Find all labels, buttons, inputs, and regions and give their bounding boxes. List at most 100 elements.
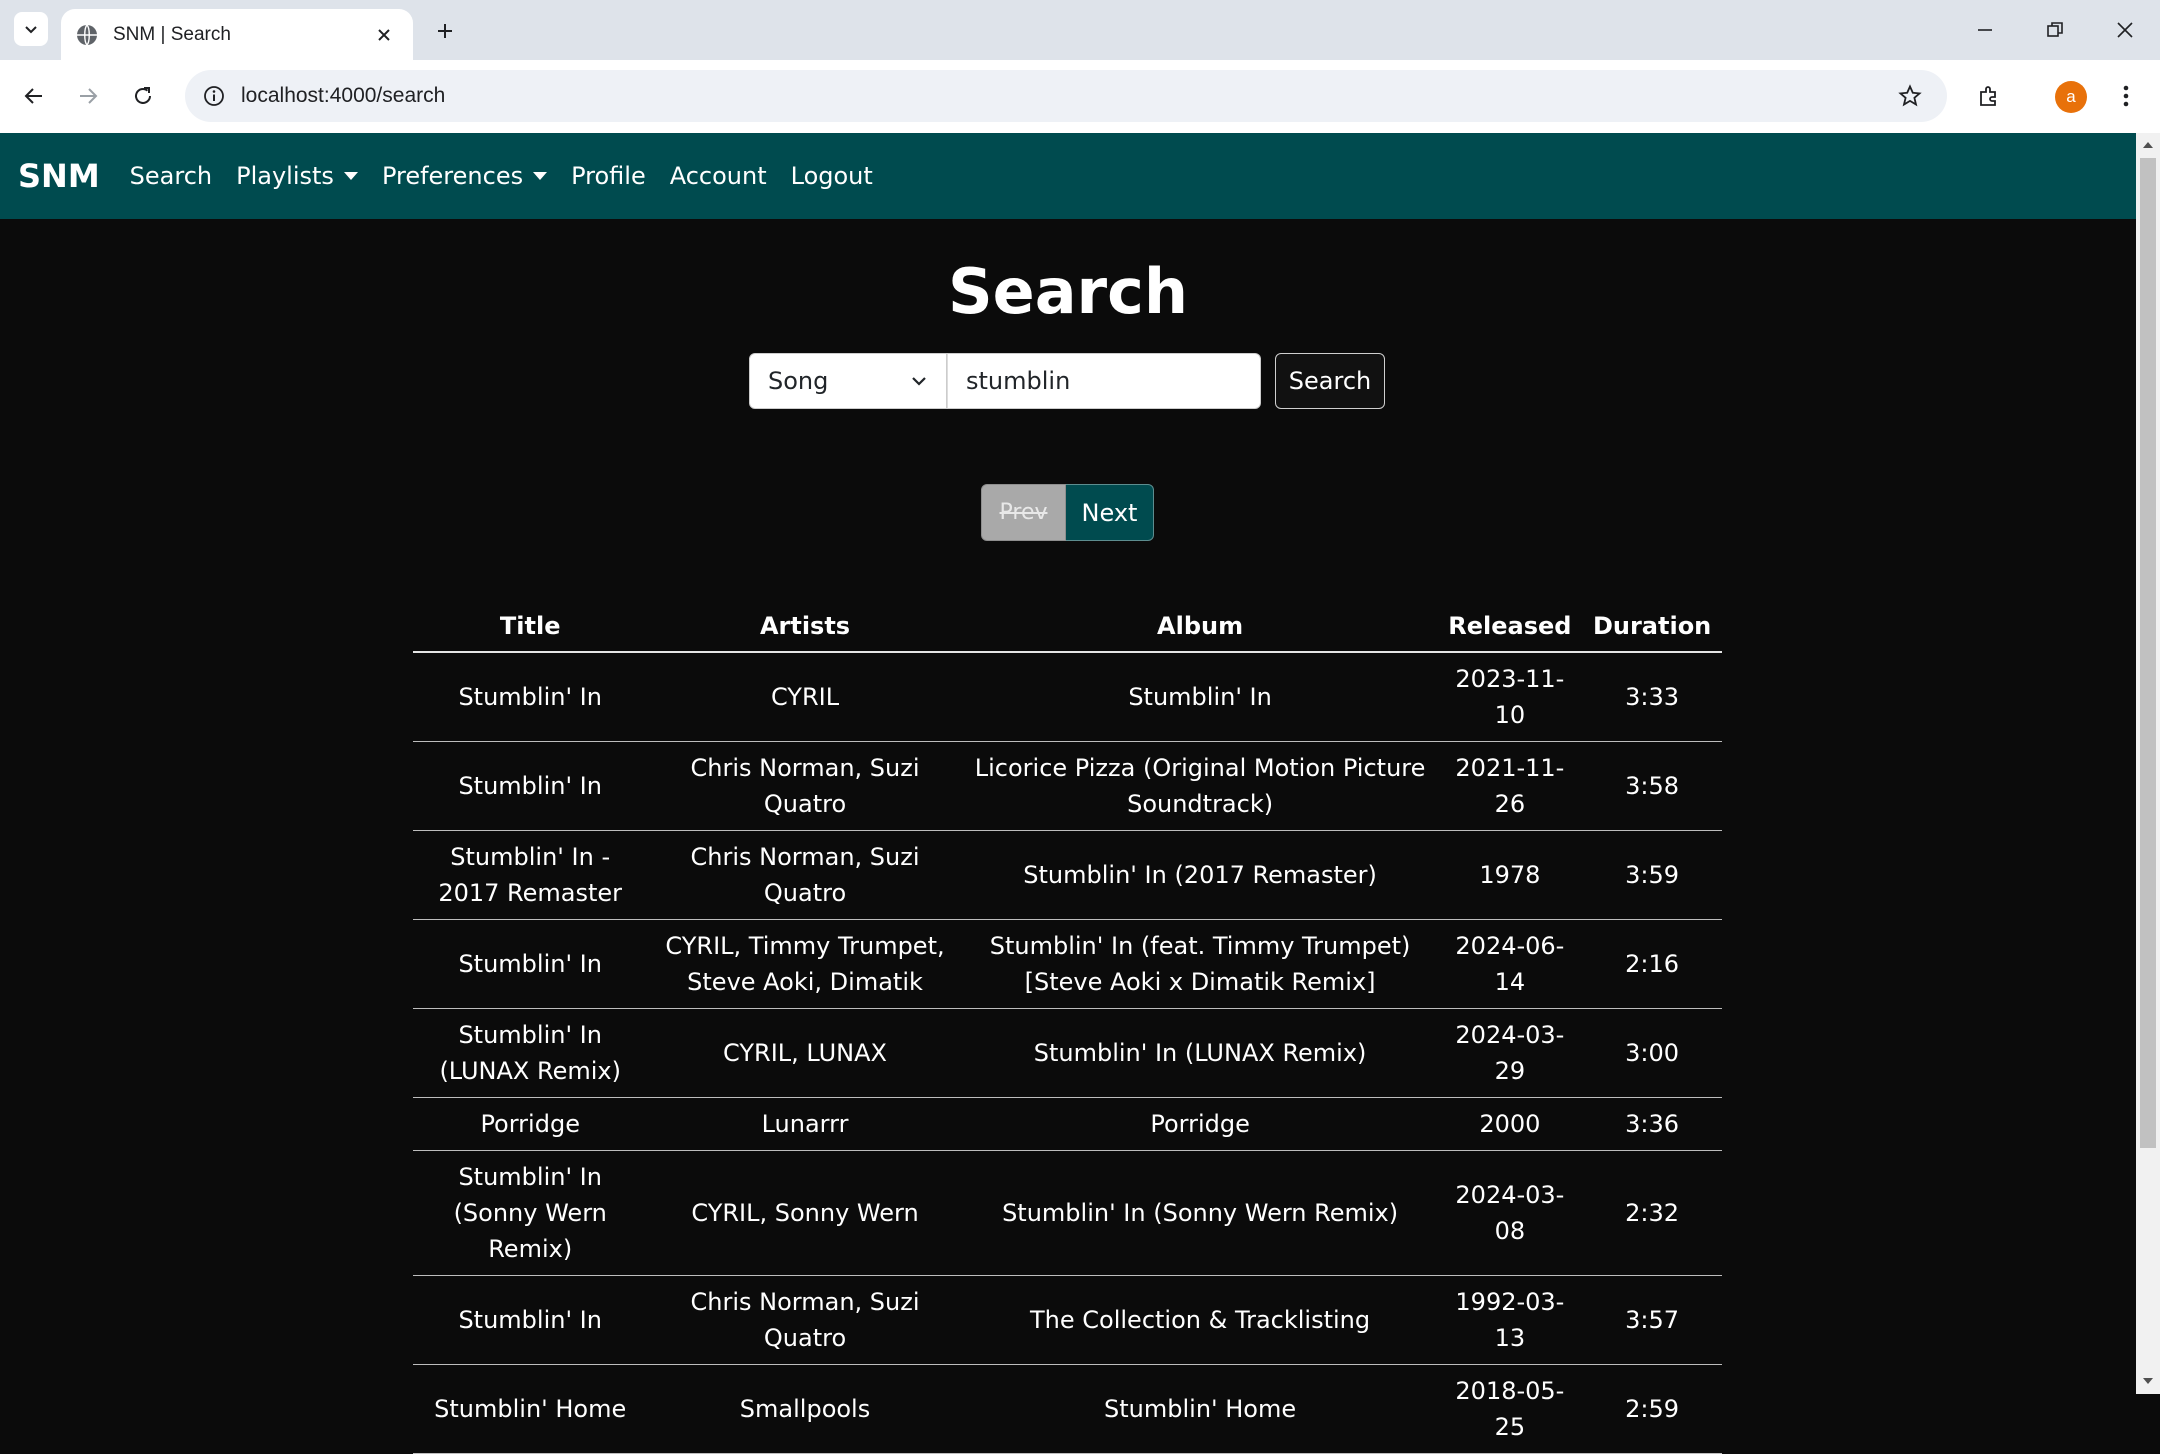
header-artists: Artists <box>647 601 963 653</box>
nav-preferences-dropdown[interactable]: Preferences <box>370 162 559 190</box>
results-table: Title Artists Album Released Duration St… <box>413 601 1722 1454</box>
table-row[interactable]: Stumblin' In Chris Norman, Suzi Quatro L… <box>413 741 1722 831</box>
next-page-button[interactable]: Next <box>1066 484 1154 541</box>
cell-artists: Chris Norman, Suzi Quatro <box>647 741 963 831</box>
cell-artists: Lunarrr <box>647 1097 963 1151</box>
nav-profile-label: Profile <box>571 162 646 190</box>
cell-duration: 2:32 <box>1582 1150 1722 1276</box>
address-bar[interactable]: localhost:4000/search <box>185 70 1947 122</box>
nav-account-label: Account <box>669 162 767 190</box>
nav-profile[interactable]: Profile <box>559 162 658 190</box>
cell-duration: 3:58 <box>1582 741 1722 831</box>
pagination: Prev Next <box>981 484 1154 541</box>
table-header-row: Title Artists Album Released Duration <box>413 601 1722 653</box>
search-type-select[interactable]: Song <box>749 353 947 409</box>
cell-artists: CYRIL <box>647 652 963 742</box>
tab-title: SNM | Search <box>113 23 231 45</box>
cell-album: Porridge <box>962 1097 1438 1151</box>
cell-title: Stumblin' In (LUNAX Remix) <box>413 1008 648 1098</box>
cell-title: Stumblin' In <box>413 919 648 1009</box>
cell-title: Stumblin' In <box>413 1275 648 1365</box>
bookmark-star-icon[interactable] <box>1893 79 1927 113</box>
cell-duration: 3:59 <box>1582 830 1722 920</box>
cell-album: The Collection & Tracklisting <box>962 1275 1438 1365</box>
cell-title: Porridge <box>413 1097 648 1151</box>
cell-artists: Chris Norman, Suzi Quatro <box>647 1275 963 1365</box>
site-info-icon[interactable] <box>199 81 229 111</box>
cell-album: Stumblin' In (LUNAX Remix) <box>962 1008 1438 1098</box>
table-row[interactable]: Stumblin' In CYRIL Stumblin' In 2023-11-… <box>413 652 1722 742</box>
globe-icon <box>77 24 97 45</box>
table-row[interactable]: Stumblin' In (Sonny Wern Remix) CYRIL, S… <box>413 1150 1722 1276</box>
site-navbar: SNM Search Playlists Preferences Profile… <box>0 133 2136 219</box>
table-row[interactable]: Stumblin' In Chris Norman, Suzi Quatro T… <box>413 1275 1722 1365</box>
nav-logout[interactable]: Logout <box>779 162 885 190</box>
nav-playlists-label: Playlists <box>236 162 334 190</box>
cell-artists: CYRIL, Timmy Trumpet, Steve Aoki, Dimati… <box>647 919 963 1009</box>
table-row[interactable]: Porridge Lunarrr Porridge 2000 3:36 <box>413 1097 1722 1151</box>
cell-released: 2000 <box>1437 1097 1583 1151</box>
cell-released: 2021-11-26 <box>1437 741 1583 831</box>
nav-logout-label: Logout <box>790 162 873 190</box>
cell-album: Stumblin' In (2017 Remaster) <box>962 830 1438 920</box>
cell-duration: 3:36 <box>1582 1097 1722 1151</box>
nav-account[interactable]: Account <box>658 162 779 190</box>
table-row[interactable]: Stumblin' In (LUNAX Remix) CYRIL, LUNAX … <box>413 1008 1722 1098</box>
cell-album: Licorice Pizza (Original Motion Picture … <box>962 741 1438 831</box>
restore-icon[interactable] <box>2020 0 2090 60</box>
caret-down-icon <box>533 172 548 180</box>
cell-duration: 2:16 <box>1582 919 1722 1009</box>
scroll-up-icon[interactable] <box>2140 136 2156 152</box>
new-tab-icon[interactable] <box>428 14 462 48</box>
table-row[interactable]: Stumblin' Home Smallpools Stumblin' Home… <box>413 1364 1722 1454</box>
cell-artists: CYRIL, Sonny Wern <box>647 1150 963 1276</box>
scroll-down-icon[interactable] <box>2140 1374 2156 1390</box>
header-duration: Duration <box>1582 601 1722 653</box>
search-button[interactable]: Search <box>1275 353 1385 409</box>
cell-artists: Chris Norman, Suzi Quatro <box>647 830 963 920</box>
cell-duration: 3:00 <box>1582 1008 1722 1098</box>
nav-search[interactable]: Search <box>118 162 224 190</box>
scrollbar-thumb[interactable] <box>2140 158 2156 1148</box>
cell-released: 2024-03-08 <box>1437 1150 1583 1276</box>
chevron-down-icon <box>25 26 37 34</box>
cell-title: Stumblin' Home <box>413 1364 648 1454</box>
table-row[interactable]: Stumblin' In CYRIL, Timmy Trumpet, Steve… <box>413 919 1722 1009</box>
caret-down-icon <box>343 172 358 180</box>
tab-search-button[interactable] <box>14 12 48 46</box>
cell-released: 2018-05-25 <box>1437 1364 1583 1454</box>
forward-icon[interactable] <box>68 76 108 116</box>
close-window-icon[interactable] <box>2090 0 2160 60</box>
cell-title: Stumblin' In <box>413 741 648 831</box>
cell-released: 2024-03-29 <box>1437 1008 1583 1098</box>
search-input[interactable] <box>947 353 1261 409</box>
profile-avatar[interactable]: a <box>2055 81 2087 113</box>
cell-album: Stumblin' Home <box>962 1364 1438 1454</box>
extensions-icon[interactable] <box>1969 76 2009 116</box>
search-type-value: Song <box>768 367 829 395</box>
reload-icon[interactable] <box>123 76 163 116</box>
cell-duration: 2:59 <box>1582 1364 1722 1454</box>
cell-duration: 3:57 <box>1582 1275 1722 1365</box>
back-icon[interactable] <box>14 76 54 116</box>
nav-preferences-label: Preferences <box>381 162 524 190</box>
cell-album: Stumblin' In (Sonny Wern Remix) <box>962 1150 1438 1276</box>
browser-tabstrip: SNM | Search <box>0 0 2160 60</box>
cell-album: Stumblin' In (feat. Timmy Trumpet) [Stev… <box>962 919 1438 1009</box>
header-released: Released <box>1437 601 1583 653</box>
close-tab-icon[interactable] <box>369 20 399 50</box>
brand-logo[interactable]: SNM <box>18 157 100 195</box>
url-text: localhost:4000/search <box>241 84 446 107</box>
cell-released: 2024-06-14 <box>1437 919 1583 1009</box>
minimize-icon[interactable] <box>1950 0 2020 60</box>
cell-released: 1992-03-13 <box>1437 1275 1583 1365</box>
browser-tab[interactable]: SNM | Search <box>61 9 413 60</box>
search-form: Song Search <box>749 353 1385 409</box>
nav-playlists-dropdown[interactable]: Playlists <box>224 162 370 190</box>
cell-artists: Smallpools <box>647 1364 963 1454</box>
prev-page-button[interactable]: Prev <box>981 484 1066 541</box>
menu-kebab-icon[interactable] <box>2106 76 2146 116</box>
nav-search-label: Search <box>129 162 213 190</box>
table-row[interactable]: Stumblin' In - 2017 Remaster Chris Norma… <box>413 830 1722 920</box>
cell-title: Stumblin' In - 2017 Remaster <box>413 830 648 920</box>
